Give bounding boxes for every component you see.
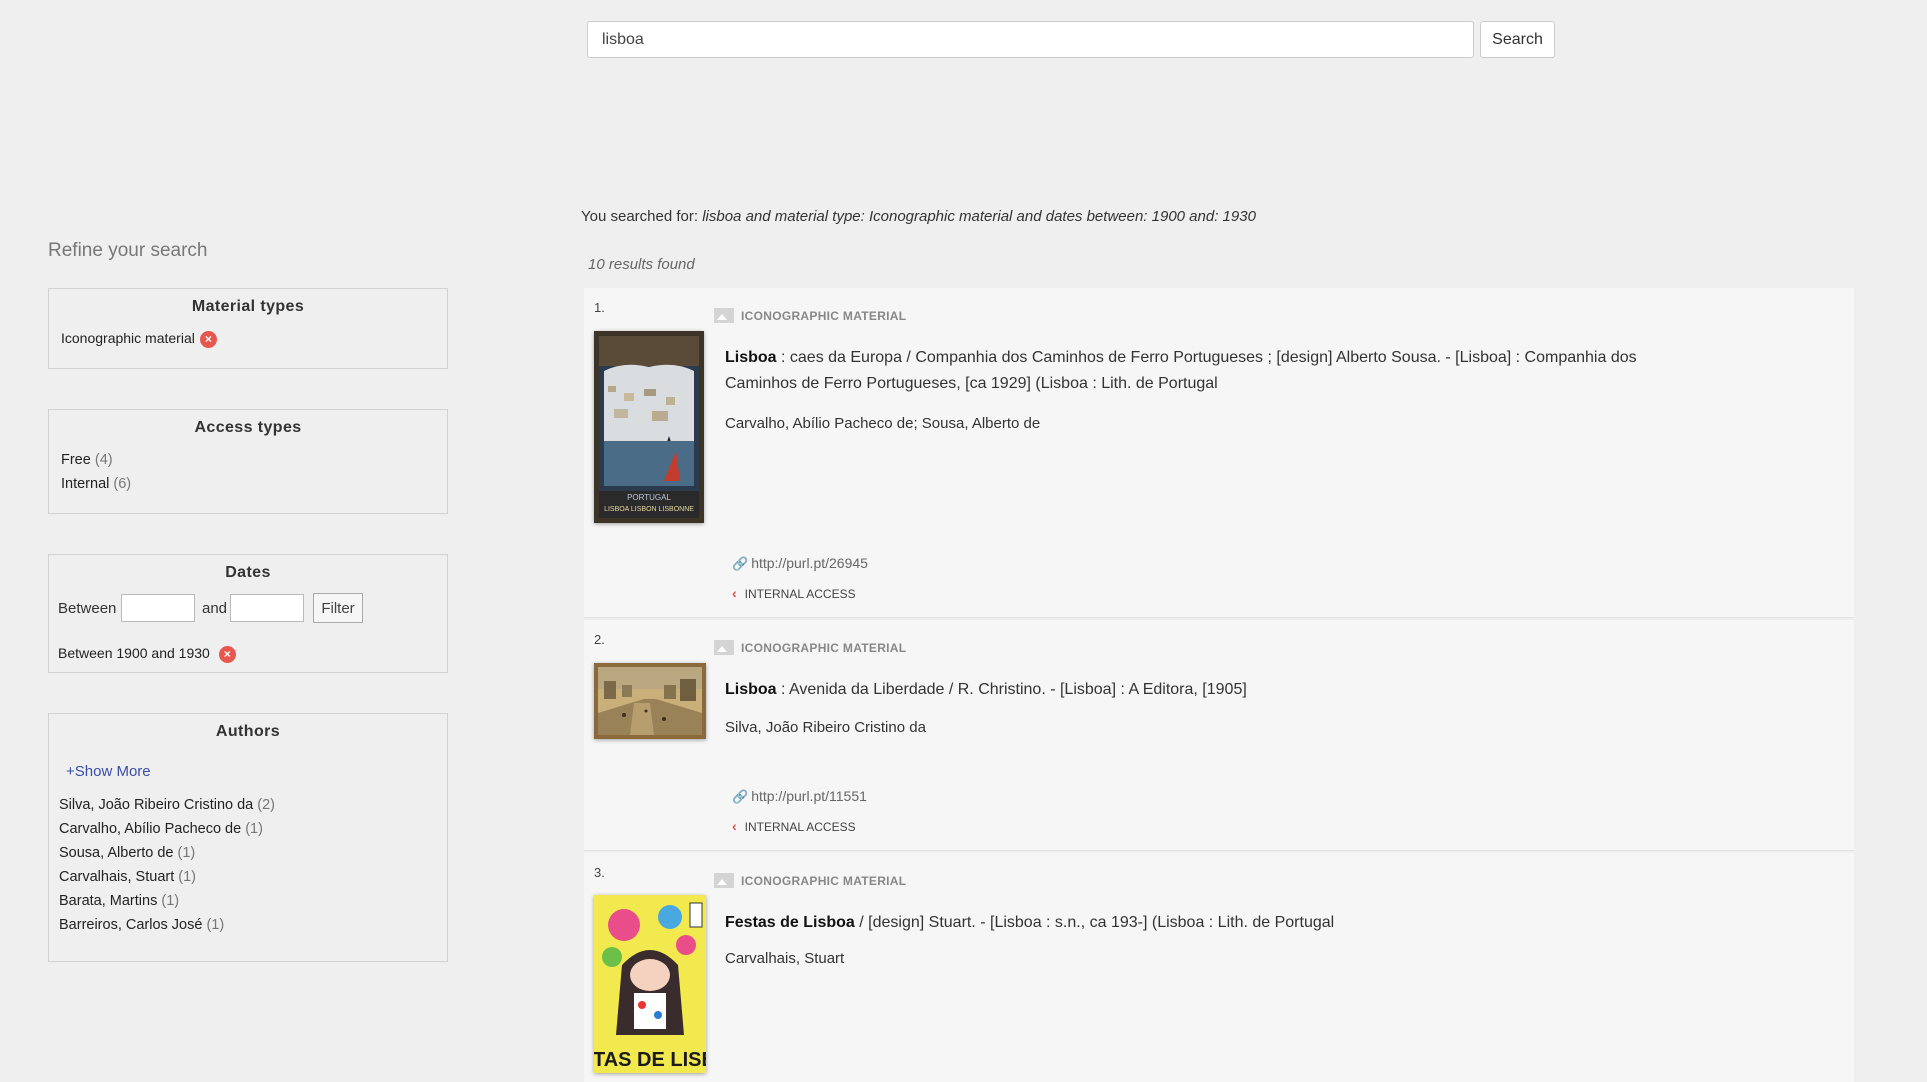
result-item: 3. ICONOGRAPHIC MATERIAL FESTAS DE LISBO…: [584, 853, 1854, 1082]
result-thumbnail[interactable]: PORTUGAL LISBOA LISBON LISBONNE: [594, 331, 704, 523]
author-count: (2): [257, 797, 275, 813]
author-item[interactable]: Barata, Martins (1): [59, 893, 179, 909]
date-to-input[interactable]: [230, 594, 304, 622]
material-types-facet: Material types Iconographic material ×: [48, 288, 448, 369]
author-label: Barreiros, Carlos José: [59, 917, 203, 933]
permalink-text: http://purl.pt/26945: [751, 555, 868, 571]
result-type-label: ICONOGRAPHIC MATERIAL: [741, 873, 907, 888]
search-input[interactable]: [587, 21, 1474, 58]
result-number: 3.: [594, 865, 605, 880]
author-count: (1): [177, 845, 196, 861]
permalink-text: http://purl.pt/11551: [751, 788, 867, 804]
result-title-rest: / [design] Stuart. - [Lisboa : s.n., ca …: [854, 914, 1335, 931]
image-icon: [714, 873, 734, 888]
author-count: (1): [178, 869, 197, 885]
chevron-left-icon: ‹: [732, 585, 737, 601]
author-item[interactable]: Carvalhais, Stuart (1): [59, 869, 196, 885]
facet-title: Material types: [191, 298, 305, 315]
access-item-label: Internal: [61, 476, 110, 492]
result-thumbnail[interactable]: [594, 663, 706, 739]
search-button[interactable]: Search: [1480, 21, 1555, 58]
remove-filter-icon[interactable]: ×: [199, 330, 217, 348]
filter-button[interactable]: Filter: [313, 593, 363, 623]
author-count: (1): [161, 893, 180, 909]
author-item[interactable]: Carvalho, Abílio Pacheco de (1): [59, 821, 263, 837]
permalink[interactable]: 🔗 http://purl.pt/26945: [732, 555, 868, 572]
result-title[interactable]: Festas de Lisboa / [design] Stuart. - [L…: [725, 910, 1705, 936]
result-item: 2. ICONOGRAPHIC MATERIAL Lisboa : Avenid…: [584, 620, 1854, 851]
result-thumbnail[interactable]: FESTAS DE LISBOA: [594, 895, 706, 1073]
selected-date-range: Between 1900 and 1930 ×: [58, 645, 236, 663]
access-item-free[interactable]: Free (4): [61, 452, 113, 468]
result-type-label: ICONOGRAPHIC MATERIAL: [741, 640, 907, 655]
access-label: ‹ INTERNAL ACCESS: [732, 818, 856, 834]
result-type: ICONOGRAPHIC MATERIAL: [714, 873, 906, 888]
author-label: Carvalho, Abílio Pacheco de: [59, 821, 242, 837]
selected-date-label: Between 1900 and 1930: [58, 645, 210, 661]
author-label: Barata, Martins: [59, 893, 158, 909]
author-item[interactable]: Silva, João Ribeiro Cristino da (2): [59, 797, 275, 813]
author-count: (1): [206, 917, 225, 933]
result-title-bold: Lisboa: [725, 681, 777, 698]
result-number: 2.: [594, 632, 605, 647]
results-count: 10 results found: [588, 256, 695, 273]
result-title[interactable]: Lisboa : Avenida da Liberdade / R. Chris…: [725, 677, 1705, 703]
search-summary-prefix: You searched for:: [581, 208, 703, 225]
access-types-facet: Access types Free (4) Internal (6): [48, 409, 448, 514]
author-item[interactable]: Sousa, Alberto de (1): [59, 845, 195, 861]
result-author: Carvalho, Abílio Pacheco de; Sousa, Albe…: [725, 415, 1041, 432]
date-from-input[interactable]: [121, 594, 195, 622]
result-type: ICONOGRAPHIC MATERIAL: [714, 308, 906, 323]
link-icon: 🔗: [732, 556, 749, 571]
access-item-label: Free: [61, 452, 91, 468]
author-label: Sousa, Alberto de: [59, 845, 174, 861]
result-title-bold: Festas de Lisboa: [725, 914, 855, 931]
image-icon: [714, 640, 734, 655]
author-count: (1): [245, 821, 263, 837]
authors-facet: Authors +Show More Silva, João Ribeiro C…: [48, 713, 448, 962]
author-label: Carvalhais, Stuart: [59, 869, 175, 885]
result-author: Carvalhais, Stuart: [725, 950, 845, 967]
between-label: Between: [58, 600, 117, 617]
result-title-bold: Lisboa: [725, 349, 777, 366]
access-item-count: (6): [113, 476, 132, 492]
selected-material-label: Iconographic material: [61, 330, 195, 346]
selected-material-type: Iconographic material ×: [61, 330, 217, 348]
result-number: 1.: [594, 300, 605, 315]
refine-search-title: Refine your search: [48, 240, 208, 261]
author-label: Silva, João Ribeiro Cristino da: [59, 797, 254, 813]
result-title-rest: : Avenida da Liberdade / R. Christino. -…: [776, 681, 1247, 698]
search-summary: You searched for: lisboa and material ty…: [581, 208, 1256, 225]
dates-facet: Dates Between and Filter Between 1900 an…: [48, 554, 448, 673]
facet-title: Dates: [225, 564, 271, 581]
access-item-internal[interactable]: Internal (6): [61, 476, 131, 492]
result-title-rest: : caes da Europa / Companhia dos Caminho…: [725, 349, 1637, 392]
result-title[interactable]: Lisboa : caes da Europa / Companhia dos …: [725, 345, 1705, 397]
and-label: and: [202, 600, 228, 617]
result-item: 1. ICONOGRAPHIC MATERIAL PORTUGAL LISBOA…: [584, 288, 1854, 618]
link-icon: 🔗: [732, 789, 749, 804]
access-text: INTERNAL ACCESS: [744, 587, 856, 601]
permalink[interactable]: 🔗 http://purl.pt/11551: [732, 788, 867, 805]
thumbnail-text: PORTUGAL: [627, 493, 671, 502]
result-type: ICONOGRAPHIC MATERIAL: [714, 640, 906, 655]
chevron-left-icon: ‹: [732, 818, 737, 834]
remove-filter-icon[interactable]: ×: [218, 645, 236, 663]
thumbnail-text: FESTAS DE LISBOA: [594, 1049, 706, 1071]
image-icon: [714, 308, 734, 323]
result-author: Silva, João Ribeiro Cristino da: [725, 719, 926, 736]
access-text: INTERNAL ACCESS: [744, 820, 856, 834]
facet-title: Access types: [194, 419, 302, 436]
show-more-link[interactable]: +Show More: [66, 763, 151, 780]
access-label: ‹ INTERNAL ACCESS: [732, 585, 856, 601]
facet-title: Authors: [215, 723, 281, 740]
access-item-count: (4): [94, 452, 113, 468]
thumbnail-text: LISBOA LISBON LISBONNE: [604, 506, 694, 513]
result-type-label: ICONOGRAPHIC MATERIAL: [741, 308, 907, 323]
search-summary-query: lisboa and material type: Iconographic m…: [702, 208, 1256, 225]
author-item[interactable]: Barreiros, Carlos José (1): [59, 917, 224, 933]
